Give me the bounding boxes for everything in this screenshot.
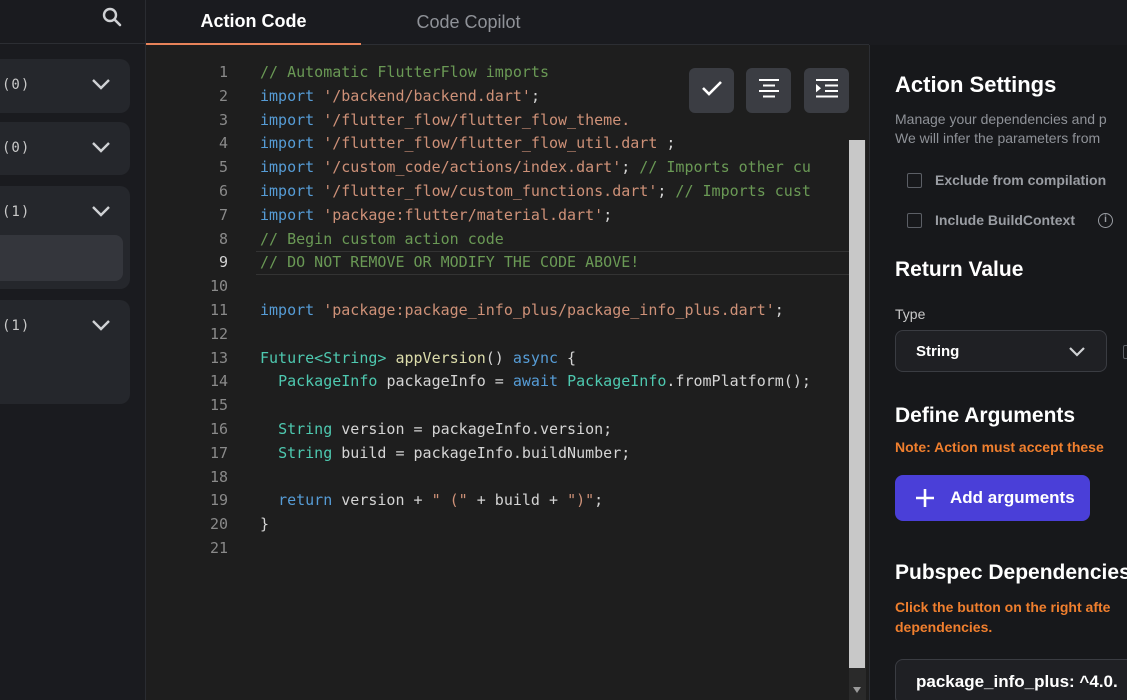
- code-line: // DO NOT REMOVE OR MODIFY THE CODE ABOV…: [260, 253, 640, 272]
- info-icon[interactable]: i: [1098, 213, 1113, 228]
- check-button[interactable]: [689, 68, 734, 113]
- dependency-value: package_info_plus: ^4.0.: [916, 672, 1118, 691]
- code-line: }: [260, 515, 270, 534]
- line-number: 12: [209, 324, 228, 343]
- group-count: (1): [2, 204, 31, 220]
- panel-header-spacer: [869, 0, 1127, 45]
- nullable-checkbox[interactable]: [1123, 345, 1127, 359]
- chevron-down-icon: [1068, 345, 1086, 357]
- check-icon: [701, 79, 723, 102]
- line-number: 6: [218, 181, 228, 200]
- settings-title: Action Settings: [895, 72, 1057, 97]
- group-count: (0): [2, 140, 31, 156]
- line-number: 8: [218, 229, 228, 248]
- code-line: import 'package:package_info_plus/packag…: [260, 300, 784, 319]
- action-settings-panel: Action Settings Manage your dependencies…: [869, 45, 1127, 700]
- line-number: 19: [209, 491, 228, 510]
- line-number: 11: [209, 300, 228, 319]
- line-number: 21: [209, 538, 228, 557]
- dependency-field[interactable]: package_info_plus: ^4.0.: [895, 659, 1127, 700]
- chevron-down-icon[interactable]: [91, 140, 111, 154]
- align-center-icon: [758, 78, 780, 103]
- line-number: 4: [218, 134, 228, 153]
- return-value-title: Return Value: [895, 258, 1024, 281]
- return-type-select[interactable]: String: [895, 330, 1107, 372]
- chevron-down-icon[interactable]: [91, 204, 111, 218]
- pubspec-note: Click the button on the right afte: [895, 599, 1111, 615]
- tab-action-code[interactable]: Action Code: [146, 0, 361, 45]
- line-number: 3: [218, 110, 228, 129]
- exclude-compilation-checkbox[interactable]: [907, 173, 922, 188]
- tab-bar: Action Code Code Copilot: [146, 0, 869, 45]
- add-arguments-button[interactable]: Add arguments: [895, 475, 1090, 521]
- sidebar-header: [0, 0, 146, 44]
- line-number: 10: [209, 277, 228, 296]
- sidebar-group[interactable]: (0): [0, 122, 130, 175]
- sidebar: (0) (0) (1) (1): [0, 0, 146, 700]
- sidebar-group[interactable]: (1): [0, 186, 130, 289]
- define-arguments-title: Define Arguments: [895, 404, 1076, 427]
- scrollbar-thumb[interactable]: [849, 140, 865, 668]
- line-number: 7: [218, 205, 228, 224]
- code-lines[interactable]: // Automatic FlutterFlow imports import …: [260, 61, 850, 561]
- line-number: 15: [209, 396, 228, 415]
- chevron-down-icon[interactable]: [91, 77, 111, 91]
- format-code-button[interactable]: [746, 68, 791, 113]
- code-line: import '/flutter_flow/flutter_flow_util.…: [260, 134, 676, 153]
- code-line: return version + " (" + build + ")";: [278, 491, 604, 510]
- group-count: (0): [2, 77, 31, 93]
- settings-description: Manage your dependencies and p: [895, 111, 1107, 127]
- line-number: 9: [218, 253, 228, 272]
- line-number: 5: [218, 158, 228, 177]
- type-label: Type: [895, 306, 926, 322]
- code-line: import '/flutter_flow/custom_functions.d…: [260, 181, 811, 200]
- code-line: import 'package:flutter/material.dart';: [260, 205, 613, 224]
- code-line: PackageInfo packageInfo = await PackageI…: [278, 372, 811, 391]
- code-line: Future<String> appVersion() async {: [260, 348, 577, 367]
- include-buildcontext-checkbox[interactable]: [907, 213, 922, 228]
- pubspec-title: Pubspec Dependencies: [895, 561, 1127, 584]
- line-number: 16: [209, 419, 228, 438]
- line-number: 14: [209, 372, 228, 391]
- sidebar-group[interactable]: (1): [0, 300, 130, 404]
- line-number: 2: [218, 86, 228, 105]
- code-line: // Begin custom action code: [260, 229, 504, 248]
- line-number: 18: [209, 467, 228, 486]
- line-number: 17: [209, 443, 228, 462]
- chevron-down-icon[interactable]: [91, 318, 111, 332]
- exclude-compilation-label: Exclude from compilation: [935, 172, 1107, 188]
- include-buildcontext-label: Include BuildContext: [935, 212, 1075, 228]
- arguments-note: Note: Action must accept these: [895, 439, 1104, 455]
- indent-button[interactable]: [804, 68, 849, 113]
- search-icon[interactable]: [101, 6, 123, 28]
- line-number-gutter: 1 2 3 4 5 6 7 8 9 10 11 12 13 14 15 16 1…: [146, 61, 228, 561]
- line-number: 1: [218, 63, 228, 81]
- add-arguments-label: Add arguments: [950, 488, 1075, 507]
- pubspec-note: dependencies.: [895, 619, 993, 635]
- sidebar-item-selected[interactable]: [0, 235, 123, 281]
- scroll-down-arrow-icon[interactable]: [853, 687, 861, 693]
- settings-description: We will infer the parameters from: [895, 130, 1101, 146]
- tab-code-copilot[interactable]: Code Copilot: [361, 0, 576, 45]
- code-line: String build = packageInfo.buildNumber;: [278, 443, 631, 462]
- code-line: String version = packageInfo.version;: [278, 419, 613, 438]
- code-editor[interactable]: 1 2 3 4 5 6 7 8 9 10 11 12 13 14 15 16 1…: [146, 45, 869, 700]
- plus-icon: [915, 488, 935, 508]
- line-number: 13: [209, 348, 228, 367]
- sidebar-group[interactable]: (0): [0, 59, 130, 113]
- return-type-value: String: [916, 343, 960, 360]
- indent-icon: [815, 78, 839, 103]
- line-number: 20: [209, 515, 228, 534]
- code-line: import '/custom_code/actions/index.dart'…: [260, 158, 811, 177]
- group-count: (1): [2, 318, 31, 334]
